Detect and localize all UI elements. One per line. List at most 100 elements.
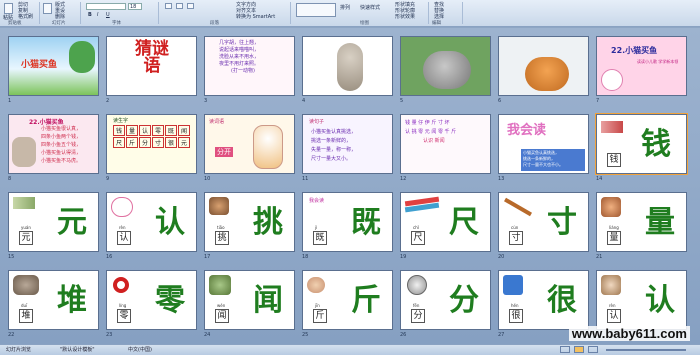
underline-button[interactable]: U [106,12,110,18]
tianzige-box: 闻 [215,309,229,323]
pinyin: jì [315,225,318,230]
slide-thumbnail-13[interactable]: 我会读 小猫买鱼认真挑选， 挑选一条新鲜的， 尺寸一量不大也不小。 [498,114,589,174]
group-paragraph: 段落 [210,21,219,26]
font-name-select[interactable] [86,3,126,10]
pinyin: jīn [315,303,320,308]
slide-number: 24 [204,332,211,338]
pinyin: líng [119,303,127,308]
slide-thumbnail-11[interactable]: 读句子 小猫买鱼认真挑选， 挑选一条新鲜的， 失量一量，称一称， 尺寸一量大又小。 [302,114,393,174]
cat-photo [337,43,363,91]
slide-thumbnail-28[interactable]: 认 rèn 认 [596,270,687,330]
coin-image [407,275,427,295]
tianzige-box: 斤 [313,309,327,323]
tianzige-box: 堆 [19,309,33,323]
shapes-gallery[interactable] [296,3,336,17]
cat-photo [423,51,471,89]
convert-smartart-button[interactable]: 转换为 SmartArt [236,14,275,20]
group-clipboard: 剪贴板 [8,21,22,26]
slide-number: 16 [106,254,113,260]
pinyin: duī [21,303,28,308]
tianzige-box: 挑 [215,231,229,245]
slide-number: 5 [400,98,404,104]
big-character: 既 [351,205,381,240]
tianzige-box: 认 [607,309,621,323]
slide-thumbnail-15[interactable]: 元 yuán 元 [8,192,99,252]
slide-thumbnail-23[interactable]: 零 líng 零 [106,270,197,330]
slide-number: 20 [498,254,505,260]
slide-thumbnail-18[interactable]: 我会读 既 jì 既 [302,192,393,252]
pinyin: chǐ [413,225,419,230]
slide-title: 我会读 [507,123,547,138]
arrange-button[interactable]: 排列 [340,5,350,11]
numbering-icon[interactable] [176,3,183,9]
slide-thumbnail-20[interactable]: 寸 cùn 寸 [498,192,589,252]
status-bar: 幻灯片浏览 "默认设计模板" 中文(中国) [0,344,700,355]
slide-number: 19 [400,254,407,260]
slide-number: 25 [302,332,309,338]
slide-thumbnail-4[interactable] [302,36,393,96]
zoom-slider[interactable] [606,349,686,351]
slide-thumbnail-10[interactable]: 读词语 分开 [204,114,295,174]
slide-thumbnail-17[interactable]: 挑 tiāo 挑 [204,192,295,252]
font-size-select[interactable]: 18 [128,3,142,10]
slide-thumbnail-14[interactable]: 钱 钱 [595,113,688,175]
tree-illustration [69,41,95,73]
slide-title: 读句子 [309,119,325,125]
slide-thumbnail-6[interactable] [498,36,589,96]
slide-thumbnail-21[interactable]: 量 liáng 量 [596,192,687,252]
cat-photo [12,137,36,167]
tianzige-box: 既 [313,231,327,245]
slide-title: 猜谜语 [135,39,169,76]
slideshow-view-button[interactable] [588,346,598,353]
photo-image [601,197,621,217]
slide-sorter-view-button[interactable] [574,346,584,353]
big-character: 量 [645,205,675,240]
pinyin: hěn [511,303,519,308]
paste-icon[interactable] [4,3,13,14]
big-character: 很 [547,283,577,318]
big-character: 元 [57,205,87,240]
shape-effects-button[interactable]: 形状效果 [395,14,415,20]
slide-thumbnail-12[interactable]: 钱 量 仔 伊 斤 寸 坏认 挑 零 元 闻 零 千 斤认识 新闻 [400,114,491,174]
slide-thumbnail-19[interactable]: 尺 chǐ 尺 [400,192,491,252]
slide-number: 13 [498,176,505,182]
slide-thumbnail-22[interactable]: 堆 duī 堆 [8,270,99,330]
slide-thumbnail-25[interactable]: 斤 jīn 斤 [302,270,393,330]
pinyin: yuán [21,225,31,230]
pinyin: tiāo [217,225,225,230]
slide-thumbnail-5[interactable] [400,36,491,96]
slide-number: 4 [302,98,306,104]
slide-number: 26 [400,332,407,338]
slide-number: 7 [596,98,600,104]
normal-view-button[interactable] [560,346,570,353]
slide-thumbnail-1[interactable]: 小猫买鱼 [8,36,99,96]
new-slide-icon[interactable] [43,3,52,14]
bullets-icon[interactable] [165,3,172,9]
pinyin: cùn [511,225,519,230]
slide-thumbnail-2[interactable]: 猜谜语 [106,36,197,96]
quick-styles-button[interactable]: 快速样式 [360,5,380,11]
slide-thumbnail-24[interactable]: 闻 wén 闻 [204,270,295,330]
slide-thumbnail-3[interactable]: 几字胡，往上翘， 说起话来喵喵叫， 洗脸从来不用水， 夜里不用灯来照。 (打一动物) [204,36,295,96]
slide-thumbnail-9[interactable]: 读生字 钱 量 认 零 既 闻 尺 斤 分 寸 很 元 [106,114,197,174]
big-character: 钱 [641,127,671,162]
slide-number: 22 [8,332,15,338]
zero-image [113,277,129,293]
slide-thumbnail-26[interactable]: 分 fēn 分 [400,270,491,330]
slide-number: 27 [498,332,505,338]
photo-image [307,277,325,293]
bold-button[interactable]: B [88,12,92,18]
kitten-photo [525,57,569,91]
tianzige-box: 量 [607,231,621,245]
slide-number: 6 [498,98,502,104]
slide-thumbnail-27[interactable]: 很 hěn 很 [498,270,589,330]
hello-kitty-illustration [601,69,623,91]
slide-thumbnail-16[interactable]: 认 rèn 认 [106,192,197,252]
indent-icon[interactable] [187,3,194,9]
group-editing: 编辑 [432,21,441,26]
italic-button[interactable]: I [97,12,98,18]
tianzige-box: 尺 [411,231,425,245]
slide-thumbnail-8[interactable]: 22.小猫买鱼 小猫买鱼很认真， 四条小鱼两个钱， 四条小鱼五个钱， 小猫买鱼认得清，… [8,114,99,174]
slide-thumbnail-7[interactable]: 22.小猫买鱼 读读小儿歌 学学新本领 [596,36,687,96]
thumbs-up-icon [503,275,523,295]
